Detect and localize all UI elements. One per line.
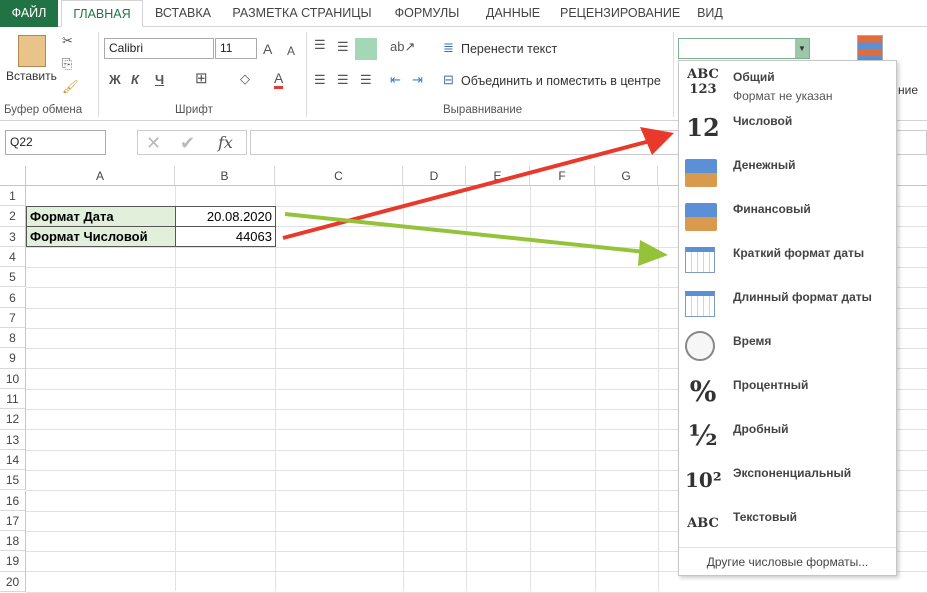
scientific-icon: 10² <box>685 468 722 492</box>
format-option-10[interactable]: ABC Текстовый <box>679 503 896 547</box>
format-option-3[interactable]: Финансовый <box>679 195 896 239</box>
percent-icon: % <box>689 375 717 408</box>
format-option-9[interactable]: 10² Экспоненциальный <box>679 459 896 503</box>
accounting-icon <box>685 203 717 231</box>
long-date-calendar-icon <box>685 291 715 317</box>
format-option-label: Экспоненциальный <box>733 466 852 480</box>
format-option-label: Числовой <box>733 114 793 128</box>
format-option-label: Дробный <box>733 422 789 436</box>
short-date-calendar-icon <box>685 247 715 273</box>
format-option-label: Финансовый <box>733 202 811 216</box>
format-option-label: Длинный формат даты <box>733 290 872 304</box>
format-option-label: Денежный <box>733 158 796 172</box>
more-number-formats-link[interactable]: Другие числовые форматы... <box>679 547 896 575</box>
number-format-dropdown-menu: ABC 123 Общий Формат не указан 12 Числовой Де… <box>678 60 897 576</box>
fraction-icon: ½ <box>688 419 718 452</box>
number-12-icon: 12 <box>686 113 720 142</box>
format-option-0[interactable]: ABC 123 Общий Формат не указан <box>679 63 896 107</box>
format-option-label: Процентный <box>733 378 809 392</box>
green-arrow <box>284 212 668 266</box>
format-option-5[interactable]: Длинный формат даты <box>679 283 896 327</box>
format-option-label: Общий <box>733 70 775 84</box>
format-option-7[interactable]: % Процентный <box>679 371 896 415</box>
format-option-label: Краткий формат даты <box>733 246 865 260</box>
format-option-8[interactable]: ½ Дробный <box>679 415 896 459</box>
format-option-label: Время <box>733 334 772 348</box>
format-option-sublabel: Формат не указан <box>733 89 833 103</box>
clock-icon <box>685 331 715 361</box>
format-option-1[interactable]: 12 Числовой <box>679 107 896 151</box>
abc-123-icon: ABC 123 <box>687 67 719 97</box>
format-option-2[interactable]: Денежный <box>679 151 896 195</box>
format-option-6[interactable]: Время <box>679 327 896 371</box>
currency-icon <box>685 159 717 187</box>
text-abc-icon: ABC <box>687 516 719 531</box>
format-option-4[interactable]: Краткий формат даты <box>679 239 896 283</box>
format-option-label: Текстовый <box>733 510 797 524</box>
